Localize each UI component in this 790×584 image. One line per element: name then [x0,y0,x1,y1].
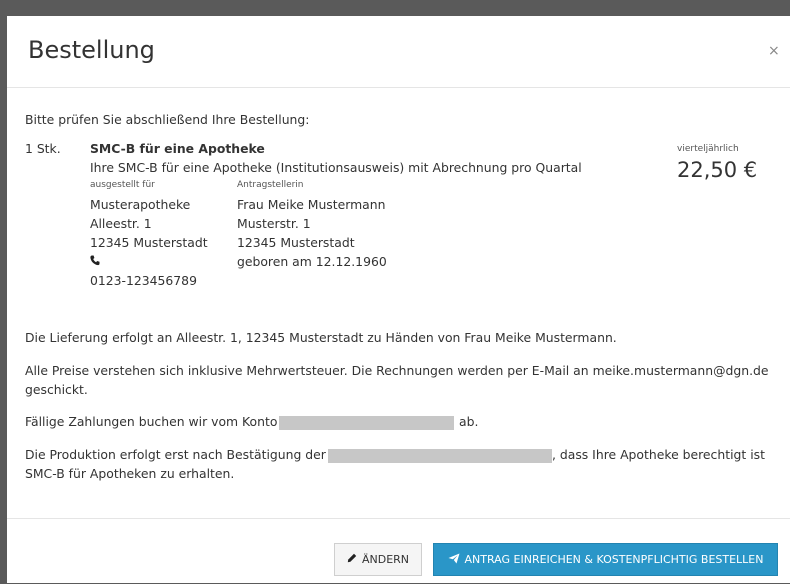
order-dialog: Bestellung × Bitte prüfen Sie abschließe… [7,16,790,583]
applicant-city: 12345 Musterstadt [237,235,355,250]
item-description: Ihre SMC-B für eine Apotheke (Institutio… [90,160,582,175]
item-name: SMC-B für eine Apotheke [90,141,265,156]
billing-period: vierteljährlich [677,144,739,154]
submit-button-label: ANTRAG EINREICHEN & KOSTENPFLICHTIG BEST… [464,553,764,566]
issued-for-phone: 0123-123456789 [90,273,197,288]
issued-for-street: Alleestr. 1 [90,216,152,231]
dialog-footer: ÄNDERN ANTRAG EINREICHEN & KOSTENPFLICHT… [7,518,790,584]
applicant-name: Frau Meike Mustermann [237,197,386,212]
issued-for-label: ausgestellt für [90,180,155,190]
phone-icon [90,254,100,269]
payment-text-after: ab. [459,414,479,429]
dialog-header: Bestellung × [7,16,790,88]
delivery-text: Die Lieferung erfolgt an Alleestr. 1, 12… [25,330,617,345]
edit-button-label: ÄNDERN [361,553,410,566]
issued-for-city: 12345 Musterstadt [90,235,208,250]
pencil-icon [347,553,357,566]
production-text-after: , dass Ihre Apotheke berechtigt ist [552,447,765,462]
redacted-account [279,416,454,430]
intro-text: Bitte prüfen Sie abschließend Ihre Beste… [25,112,310,127]
prices-text-line2: geschickt. [25,382,88,397]
close-icon[interactable]: × [768,43,780,59]
submit-order-button[interactable]: ANTRAG EINREICHEN & KOSTENPFLICHTIG BEST… [433,543,778,576]
edit-button[interactable]: ÄNDERN [334,543,422,576]
item-price: 22,50 € [677,158,758,182]
payment-text-before: Fällige Zahlungen buchen wir vom Konto [25,414,278,429]
prices-text-line1: Alle Preise verstehen sich inklusive Meh… [25,363,769,378]
applicant-label: Antragstellerin [237,180,304,190]
applicant-street: Musterstr. 1 [237,216,311,231]
production-text-before: Die Produktion erfolgt erst nach Bestäti… [25,447,326,462]
dialog-title: Bestellung [28,36,155,64]
issued-for-name: Musterapotheke [90,197,191,212]
item-quantity: 1 Stk. [25,141,61,156]
redacted-confirmation [328,449,552,463]
production-text-line2: SMC-B für Apotheken zu erhalten. [25,466,235,481]
paper-plane-icon [448,553,460,567]
applicant-birth: geboren am 12.12.1960 [237,254,387,269]
dialog-body: Bitte prüfen Sie abschließend Ihre Beste… [7,88,790,518]
